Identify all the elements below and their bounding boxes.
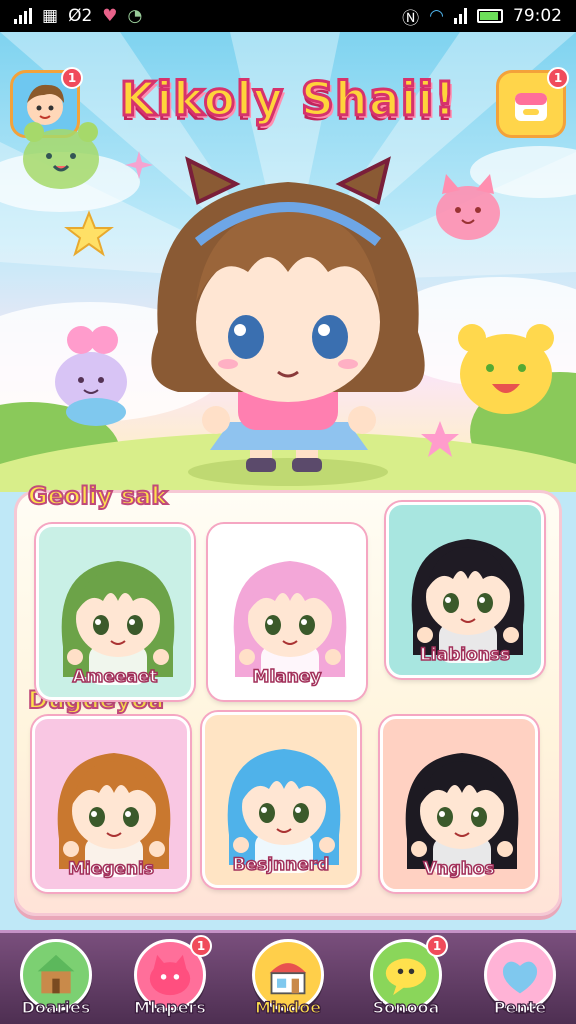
status-left-text: Ø2 <box>68 6 93 26</box>
game-title: Kikoly Shaii! <box>118 71 457 128</box>
avatar-notification-badge: 1 <box>61 67 83 89</box>
cell-signal-icon <box>454 8 467 24</box>
hero-scene: 1 Kikoly Shaii! 1 <box>0 32 576 492</box>
battery-icon <box>477 9 503 23</box>
wifi-icon: ◠ <box>429 6 444 26</box>
green-bear-mascot-icon <box>23 122 99 189</box>
nav-item-shop[interactable]: Mindoe <box>238 933 338 1024</box>
character-card-label: Ameeaet <box>72 666 159 688</box>
clock: 79:02 <box>513 6 562 26</box>
character-card[interactable]: Mlaney <box>208 524 366 700</box>
character-card-label: Liabionss <box>419 644 511 666</box>
nav-label: Doaries <box>21 997 91 1017</box>
character-card-label: Mlaney <box>252 666 322 688</box>
main-character-girl[interactable] <box>118 132 458 492</box>
yellow-bear-mascot-icon <box>458 324 554 414</box>
nav-label: Sonooa <box>372 997 440 1017</box>
nav-label: Pente <box>493 997 547 1017</box>
nav-notification-badge: 1 <box>190 935 212 957</box>
nav-item-social[interactable]: 1 Sonooa <box>356 933 456 1024</box>
nav-item-home[interactable]: Doaries <box>6 933 106 1024</box>
sim-icon: ▦ <box>42 6 59 26</box>
bottom-navigation-bar: Doaries 1 Mlapers Mindoe 1 Sonooa Pente <box>0 930 576 1024</box>
nav-item-players[interactable]: 1 Mlapers <box>120 933 220 1024</box>
shop-bag-icon <box>515 93 547 121</box>
wifi-small-icon: ◔ <box>127 6 143 26</box>
nfc-icon: Ⓝ <box>402 8 420 29</box>
character-card[interactable]: Miegenis <box>32 716 190 892</box>
nav-notification-badge: 1 <box>426 935 448 957</box>
character-card-label: Miegenis <box>67 858 155 880</box>
shop-notification-badge: 1 <box>547 67 569 89</box>
section-title-1: Geoliy sak <box>27 481 168 511</box>
shop-button[interactable]: 1 <box>496 67 569 138</box>
nav-label: Mlapers <box>133 997 206 1017</box>
signal-icon <box>14 8 32 24</box>
nav-item-profile[interactable]: Pente <box>470 933 570 1024</box>
status-bar: ▦ Ø2 ♥ ◔ Ⓝ ◠ 79:02 <box>0 0 576 32</box>
character-card-label: Besjnnerd <box>232 854 330 876</box>
nav-label: Mindoe <box>254 997 322 1017</box>
character-card[interactable]: Besjnnerd <box>202 712 360 888</box>
character-card[interactable]: Vnghos <box>380 716 538 892</box>
yellow-star-icon <box>64 210 114 257</box>
character-card-label: Vnghos <box>423 858 496 880</box>
character-card[interactable]: Liabionss <box>386 502 544 678</box>
heart-status-icon: ♥ <box>102 6 118 26</box>
character-card[interactable]: Ameeaet <box>36 524 194 700</box>
